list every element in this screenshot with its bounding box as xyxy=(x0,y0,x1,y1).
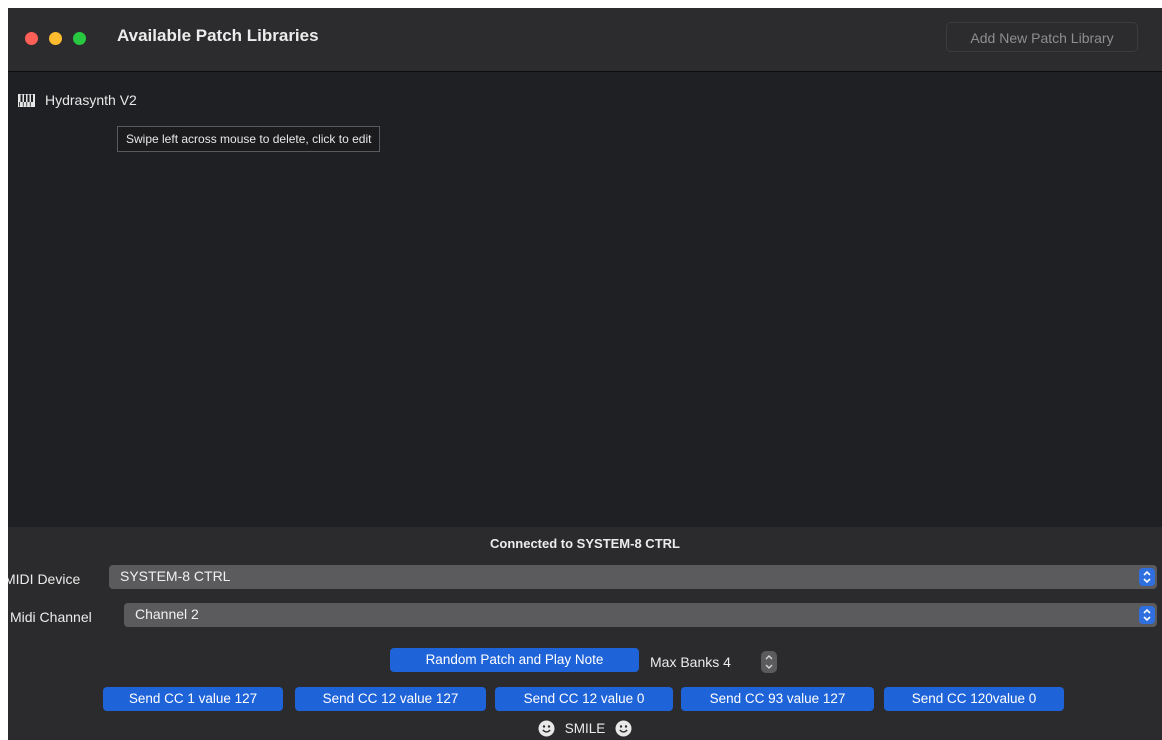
midi-channel-value: Channel 2 xyxy=(135,606,199,622)
minimize-window-button[interactable] xyxy=(49,32,62,45)
max-banks-label: Max Banks 4 xyxy=(650,654,731,670)
midi-device-select[interactable]: SYSTEM-8 CTRL xyxy=(109,565,1157,589)
midi-device-value: SYSTEM-8 CTRL xyxy=(120,568,231,584)
midi-device-label: MIDI Device xyxy=(8,571,81,587)
smiley-face-icon xyxy=(538,720,555,737)
send-cc-button[interactable]: Send CC 120value 0 xyxy=(884,687,1064,711)
maximize-window-button[interactable] xyxy=(73,32,86,45)
smile-row: SMILE xyxy=(8,718,1162,738)
library-name: Hydrasynth V2 xyxy=(45,92,137,108)
midi-control-panel: Connected to SYSTEM-8 CTRL MIDI Device S… xyxy=(8,527,1162,740)
midi-channel-select[interactable]: Channel 2 xyxy=(124,603,1157,627)
send-cc-button[interactable]: Send CC 93 value 127 xyxy=(681,687,874,711)
smiley-face-icon xyxy=(615,720,632,737)
midi-channel-label: Midi Channel xyxy=(10,609,92,625)
send-cc-button[interactable]: Send CC 12 value 127 xyxy=(295,687,486,711)
add-patch-library-button[interactable]: Add New Patch Library xyxy=(946,22,1138,52)
up-down-chevron-icon xyxy=(1139,606,1155,624)
connection-status: Connected to SYSTEM-8 CTRL xyxy=(490,536,680,551)
tooltip: Swipe left across mouse to delete, click… xyxy=(117,126,381,152)
up-down-chevron-icon xyxy=(1139,568,1155,586)
app-window: Available Patch Libraries Add New Patch … xyxy=(8,8,1162,740)
window-title: Available Patch Libraries xyxy=(117,26,319,45)
max-banks-stepper[interactable] xyxy=(761,651,777,673)
piano-keys-icon xyxy=(18,93,35,107)
list-item[interactable]: Hydrasynth V2 xyxy=(18,89,137,111)
send-cc-button[interactable]: Send CC 12 value 0 xyxy=(495,687,673,711)
title-bar: Available Patch Libraries Add New Patch … xyxy=(8,8,1162,72)
patch-library-list: Hydrasynth V2 Swipe left across mouse to… xyxy=(8,72,1162,527)
send-cc-button[interactable]: Send CC 1 value 127 xyxy=(103,687,283,711)
random-patch-button[interactable]: Random Patch and Play Note xyxy=(390,648,639,672)
smile-label: SMILE xyxy=(564,720,606,736)
close-window-button[interactable] xyxy=(25,32,38,45)
